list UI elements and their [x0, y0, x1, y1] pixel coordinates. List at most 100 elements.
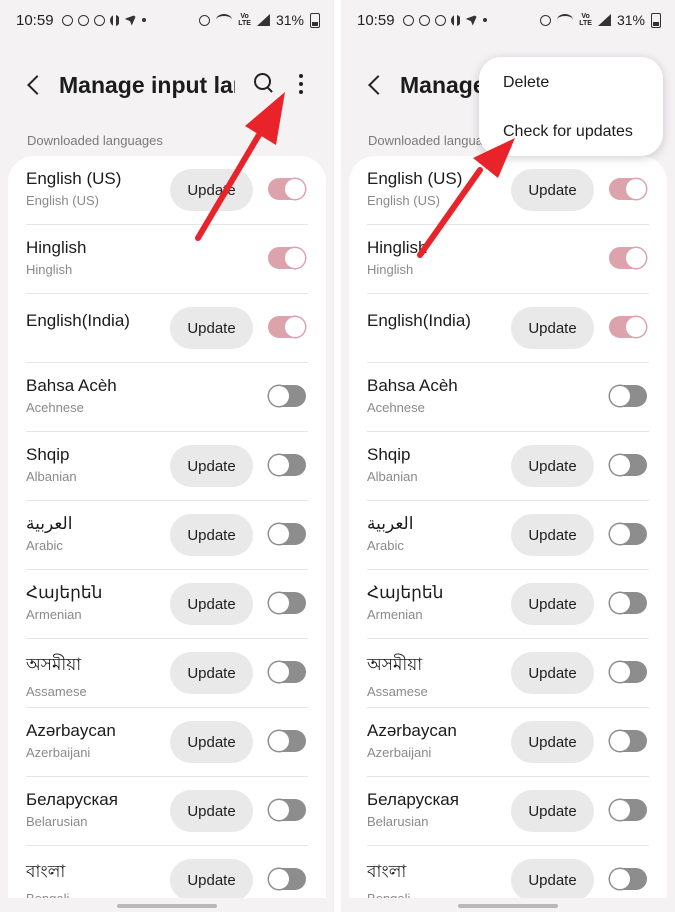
- update-button[interactable]: Update: [170, 307, 253, 349]
- language-row[interactable]: Shqip Albanian Update: [8, 432, 326, 501]
- menu-item-check-for-updates[interactable]: Check for updates: [503, 123, 633, 141]
- language-texts: অসমীয়া Assamese: [367, 652, 428, 699]
- language-row[interactable]: English(India) Update: [349, 294, 667, 363]
- app-icon: [418, 14, 430, 26]
- language-toggle[interactable]: [609, 316, 647, 338]
- language-row[interactable]: Беларуская Belarusian Update: [8, 777, 326, 846]
- app-icon: [77, 14, 89, 26]
- back-arrow-icon[interactable]: [366, 75, 386, 95]
- language-texts: English (US) English (US): [367, 169, 462, 208]
- update-button[interactable]: Update: [511, 790, 594, 832]
- language-row[interactable]: English(India) Update: [8, 294, 326, 363]
- language-english-name: Armenian: [367, 607, 423, 622]
- pause-icon: [109, 14, 120, 26]
- language-row[interactable]: العربية Arabic Update: [349, 501, 667, 570]
- update-button[interactable]: Update: [511, 721, 594, 763]
- update-button[interactable]: Update: [511, 445, 594, 487]
- battery-percent: 31%: [275, 12, 304, 28]
- back-arrow-icon[interactable]: [25, 75, 45, 95]
- more-notifications-icon: [482, 18, 487, 22]
- more-options-icon[interactable]: [297, 72, 305, 94]
- language-toggle[interactable]: [268, 316, 306, 338]
- language-toggle[interactable]: [609, 730, 647, 752]
- language-texts: Azərbaycan Azerbaijani: [26, 721, 116, 760]
- update-button[interactable]: Update: [511, 169, 594, 211]
- language-toggle[interactable]: [609, 661, 647, 683]
- language-toggle[interactable]: [268, 592, 306, 614]
- update-button[interactable]: Update: [511, 514, 594, 556]
- battery-percent: 31%: [616, 12, 645, 28]
- language-texts: Shqip Albanian: [367, 445, 418, 484]
- update-button[interactable]: Update: [511, 859, 594, 898]
- language-list: English (US) English (US) Update Hinglish Hi…: [349, 156, 667, 898]
- menu-item-delete[interactable]: Delete: [503, 74, 549, 92]
- language-toggle[interactable]: [268, 799, 306, 821]
- language-toggle[interactable]: [609, 799, 647, 821]
- language-name: Հայերեն: [26, 583, 103, 602]
- language-row[interactable]: অসমীয়া Assamese Update: [8, 639, 326, 708]
- page-title: Manage input languages: [59, 71, 235, 98]
- status-bar: 10:59 Vo LTE 31%: [0, 0, 334, 40]
- update-button[interactable]: Update: [170, 583, 253, 625]
- language-english-name: Armenian: [26, 607, 82, 622]
- language-row[interactable]: Bahsa Acèh Acehnese: [8, 363, 326, 432]
- language-toggle[interactable]: [609, 385, 647, 407]
- language-row[interactable]: العربية Arabic Update: [8, 501, 326, 570]
- language-row[interactable]: Հայերեն Armenian Update: [349, 570, 667, 639]
- update-button[interactable]: Update: [170, 859, 253, 898]
- update-button[interactable]: Update: [170, 652, 253, 694]
- system-icons: Vo LTE 31%: [540, 12, 661, 28]
- update-button[interactable]: Update: [170, 514, 253, 556]
- language-row[interactable]: Shqip Albanian Update: [349, 432, 667, 501]
- gesture-handle: [117, 904, 217, 908]
- language-row[interactable]: Hinglish Hinglish: [8, 225, 326, 294]
- language-row[interactable]: Հայերեն Armenian Update: [8, 570, 326, 639]
- language-toggle[interactable]: [609, 454, 647, 476]
- language-row[interactable]: Bahsa Acèh Acehnese: [349, 363, 667, 432]
- language-row[interactable]: Беларуская Belarusian Update: [349, 777, 667, 846]
- language-toggle[interactable]: [609, 523, 647, 545]
- language-toggle[interactable]: [268, 730, 306, 752]
- language-row[interactable]: Azərbaycan Azerbaijani Update: [349, 708, 667, 777]
- language-row[interactable]: English (US) English (US) Update: [8, 156, 326, 225]
- language-toggle[interactable]: [609, 178, 647, 200]
- language-toggle[interactable]: [609, 868, 647, 890]
- language-toggle[interactable]: [268, 247, 306, 269]
- language-toggle[interactable]: [268, 661, 306, 683]
- language-row[interactable]: অসমীয়া Assamese Update: [349, 639, 667, 708]
- language-name: Azərbaycan: [367, 721, 457, 740]
- language-texts: English (US) English (US): [26, 169, 121, 208]
- language-texts: বাংলা Bengali: [26, 859, 69, 898]
- language-name: Hinglish: [367, 238, 428, 257]
- update-button[interactable]: Update: [511, 307, 594, 349]
- language-name: العربية: [367, 514, 414, 533]
- language-toggle[interactable]: [268, 868, 306, 890]
- update-button[interactable]: Update: [511, 652, 594, 694]
- language-texts: Հայերեն Armenian: [26, 583, 102, 622]
- search-icon[interactable]: [253, 72, 275, 94]
- update-button[interactable]: Update: [170, 721, 253, 763]
- language-toggle[interactable]: [609, 247, 647, 269]
- update-button[interactable]: Update: [170, 169, 253, 211]
- language-row[interactable]: বাংলা Bengali Update: [349, 846, 667, 898]
- language-row[interactable]: বাংলা Bengali Update: [8, 846, 326, 898]
- update-button[interactable]: Update: [170, 790, 253, 832]
- telegram-icon: [124, 14, 137, 26]
- language-name: English(India): [26, 311, 130, 330]
- language-texts: Беларуская Belarusian: [367, 790, 459, 829]
- language-name: Hinglish: [26, 238, 87, 257]
- language-toggle[interactable]: [268, 178, 306, 200]
- language-row[interactable]: Hinglish Hinglish: [349, 225, 667, 294]
- language-row[interactable]: Azərbaycan Azerbaijani Update: [8, 708, 326, 777]
- language-texts: বাংলা Bengali: [367, 859, 410, 898]
- app-icon: [434, 14, 446, 26]
- language-toggle[interactable]: [268, 454, 306, 476]
- language-toggle[interactable]: [268, 523, 306, 545]
- update-button[interactable]: Update: [511, 583, 594, 625]
- update-button[interactable]: Update: [170, 445, 253, 487]
- language-toggle[interactable]: [609, 592, 647, 614]
- app-icon: [93, 14, 105, 26]
- language-row[interactable]: English (US) English (US) Update: [349, 156, 667, 225]
- language-toggle[interactable]: [268, 385, 306, 407]
- language-texts: অসমীয়া Assamese: [26, 652, 87, 699]
